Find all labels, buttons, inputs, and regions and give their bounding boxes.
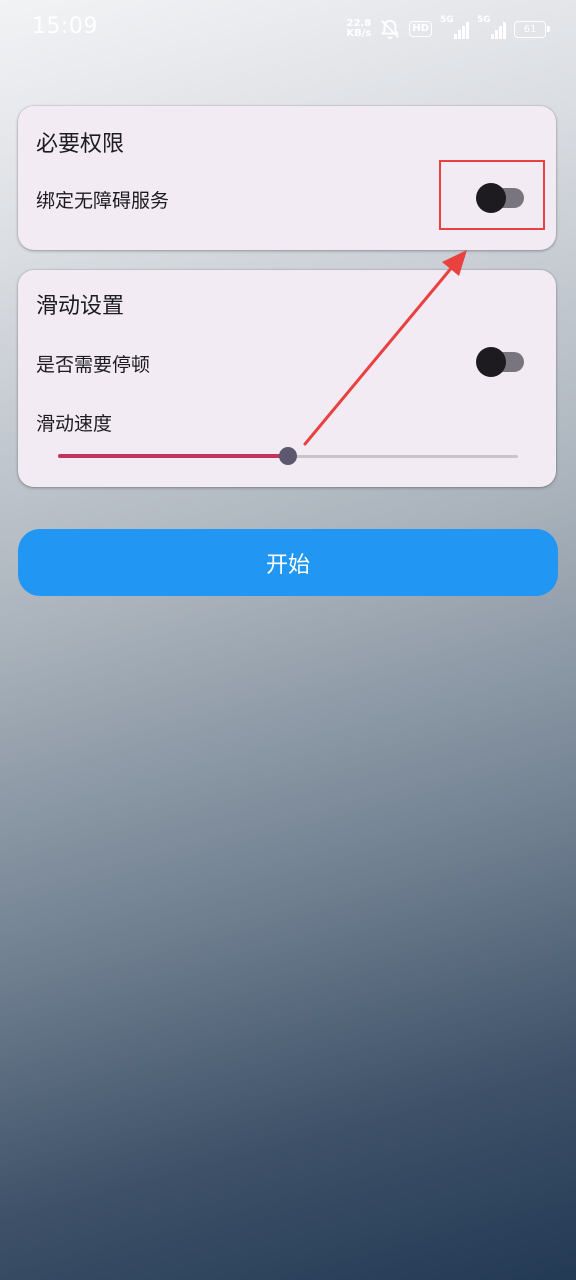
pause-label: 是否需要停顿 <box>36 354 151 376</box>
speed-label: 滑动速度 <box>36 413 113 435</box>
network-speed-unit: KB/s <box>346 28 372 39</box>
signal-icon-2: 5G <box>477 15 506 39</box>
status-bar: 15:09 22.8 KB/s HD 5G 5G 61 <box>0 0 576 56</box>
permissions-card-title: 必要权限 <box>36 132 125 157</box>
start-button[interactable]: 开始 <box>18 529 558 596</box>
speed-slider-fill <box>58 454 288 458</box>
pause-switch-thumb <box>476 347 506 377</box>
status-icons: 22.8 KB/s HD 5G 5G 61 <box>346 15 550 42</box>
accessibility-service-label: 绑定无障碍服务 <box>36 190 170 212</box>
sim1-network-label: 5G <box>440 15 454 25</box>
highlight-box <box>439 160 545 230</box>
pause-switch[interactable] <box>476 347 526 377</box>
sim2-network-label: 5G <box>477 15 491 25</box>
hd-badge: HD <box>409 21 432 37</box>
battery-icon: 61 <box>514 20 550 38</box>
speed-slider[interactable] <box>58 446 518 468</box>
bell-off-icon <box>381 19 400 40</box>
slide-settings-title: 滑动设置 <box>36 294 125 319</box>
signal-icon: 5G <box>440 15 469 39</box>
network-speed: 22.8 KB/s <box>346 19 371 39</box>
speed-slider-thumb[interactable] <box>279 447 297 465</box>
status-time: 15:09 <box>32 14 98 39</box>
battery-level: 61 <box>523 23 537 35</box>
slide-settings-card: 滑动设置 是否需要停顿 滑动速度 <box>18 270 556 487</box>
